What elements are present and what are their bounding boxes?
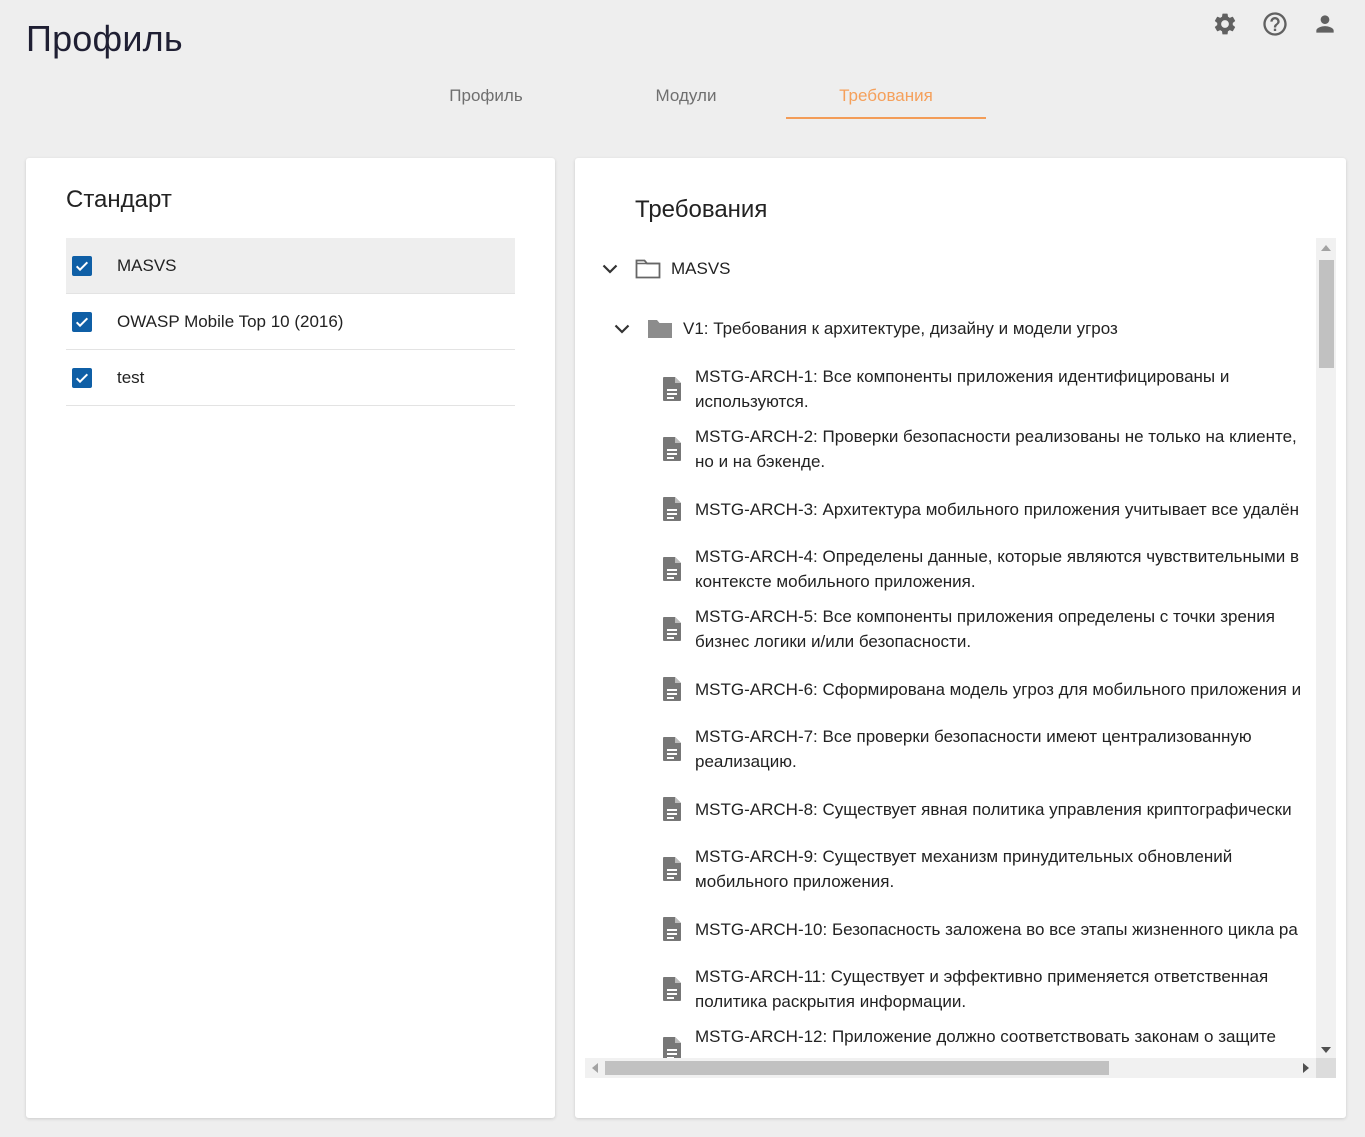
standards-title: Стандарт xyxy=(66,186,172,213)
document-icon xyxy=(661,496,683,522)
document-icon xyxy=(661,616,683,642)
requirement-item[interactable]: MSTG-ARCH-8: Существует явная политика у… xyxy=(661,796,1316,822)
requirements-title: Требования xyxy=(635,196,768,223)
tree-node-v1[interactable]: V1: Требования к архитектуре, дизайну и … xyxy=(611,313,1118,345)
requirement-item[interactable]: MSTG-ARCH-9: Существует механизм принуди… xyxy=(661,844,1316,894)
requirement-item[interactable]: MSTG-ARCH-10: Безопасность заложена во в… xyxy=(661,916,1316,942)
document-icon xyxy=(661,736,683,762)
header-actions xyxy=(1211,10,1339,38)
standard-label: OWASP Mobile Top 10 (2016) xyxy=(117,311,344,331)
requirement-label: MSTG-ARCH-5: Все компоненты приложения о… xyxy=(695,607,1275,651)
tree-node-label: V1: Требования к архитектуре, дизайну и … xyxy=(683,319,1118,338)
requirement-label: MSTG-ARCH-2: Проверки безопасности реали… xyxy=(695,427,1297,471)
tree-viewport: MASVS V1: Требования к архитектуре, диза… xyxy=(585,238,1316,1058)
standard-item-masvs[interactable]: MASVS xyxy=(66,238,515,294)
document-icon xyxy=(661,796,683,822)
scroll-left-arrow-icon[interactable] xyxy=(592,1063,598,1073)
requirement-item[interactable]: MSTG-ARCH-3: Архитектура мобильного прил… xyxy=(661,496,1316,522)
tab-bar: Профиль Модули Требования xyxy=(386,72,986,119)
standard-label: MASVS xyxy=(117,255,177,275)
chevron-down-icon[interactable] xyxy=(611,318,633,340)
checkbox-checked[interactable] xyxy=(72,255,92,276)
requirement-label: MSTG-ARCH-6: Сформирована модель угроз д… xyxy=(695,679,1302,699)
requirement-label: MSTG-ARCH-12: Приложение должно соответс… xyxy=(695,1027,1276,1046)
scroll-down-arrow-icon[interactable] xyxy=(1321,1047,1331,1053)
requirement-label: MSTG-ARCH-8: Существует явная политика у… xyxy=(695,799,1292,819)
standard-item-test[interactable]: test xyxy=(66,350,515,406)
gear-icon[interactable] xyxy=(1211,10,1239,38)
requirement-item[interactable]: MSTG-ARCH-11: Существует и эффективно пр… xyxy=(661,964,1316,1014)
vertical-scroll-thumb[interactable] xyxy=(1319,260,1334,368)
page-title: Профиль xyxy=(26,18,183,59)
scrollbar-corner xyxy=(1316,1058,1336,1078)
requirement-item[interactable]: MSTG-ARCH-5: Все компоненты приложения о… xyxy=(661,604,1316,654)
chevron-down-icon[interactable] xyxy=(599,258,621,280)
requirement-item[interactable]: MSTG-ARCH-2: Проверки безопасности реали… xyxy=(661,424,1316,474)
checkbox-checked[interactable] xyxy=(72,367,92,388)
document-icon xyxy=(661,676,683,702)
folder-icon xyxy=(647,318,673,340)
requirement-label: MSTG-ARCH-10: Безопасность заложена во в… xyxy=(695,919,1298,939)
document-icon xyxy=(661,856,683,882)
document-icon xyxy=(661,376,683,402)
standards-list: MASVS OWASP Mobile Top 10 (2016) test xyxy=(66,238,515,406)
scroll-up-arrow-icon[interactable] xyxy=(1321,245,1331,251)
checkbox-checked[interactable] xyxy=(72,311,92,332)
horizontal-scrollbar[interactable] xyxy=(585,1058,1316,1078)
requirement-item[interactable]: MSTG-ARCH-7: Все проверки безопасности и… xyxy=(661,724,1316,774)
requirement-item[interactable]: MSTG-ARCH-12: Приложение должно соответс… xyxy=(661,1024,1316,1058)
document-icon xyxy=(661,436,683,462)
tab-profile[interactable]: Профиль xyxy=(386,72,586,119)
account-icon[interactable] xyxy=(1311,10,1339,38)
help-icon[interactable] xyxy=(1261,10,1289,38)
requirement-label: MSTG-ARCH-3: Архитектура мобильного прил… xyxy=(695,499,1300,519)
standards-card: Стандарт MASVS OWASP Mobile Top 10 (2016… xyxy=(26,158,555,1118)
horizontal-scroll-thumb[interactable] xyxy=(605,1061,1109,1075)
requirement-label: MSTG-ARCH-11: Существует и эффективно пр… xyxy=(695,967,1269,1011)
requirement-label: MSTG-ARCH-1: Все компоненты приложения и… xyxy=(695,367,1230,411)
requirement-label: MSTG-ARCH-9: Существует механизм принуди… xyxy=(695,847,1233,891)
standard-label: test xyxy=(117,367,145,387)
tree-node-label: MASVS xyxy=(671,259,731,278)
standard-item-owasp[interactable]: OWASP Mobile Top 10 (2016) xyxy=(66,294,515,350)
requirement-label: MSTG-ARCH-4: Определены данные, которые … xyxy=(695,547,1300,591)
folder-outline-icon xyxy=(635,258,661,280)
requirement-item[interactable]: MSTG-ARCH-1: Все компоненты приложения и… xyxy=(661,364,1316,414)
tab-modules[interactable]: Модули xyxy=(586,72,786,119)
document-icon xyxy=(661,976,683,1002)
document-icon xyxy=(661,916,683,942)
document-icon xyxy=(661,1036,683,1058)
requirement-item[interactable]: MSTG-ARCH-4: Определены данные, которые … xyxy=(661,544,1316,594)
document-icon xyxy=(661,556,683,582)
requirements-card: Требования MASVS V1: Требования к архите… xyxy=(575,158,1346,1118)
requirement-item[interactable]: MSTG-ARCH-6: Сформирована модель угроз д… xyxy=(661,676,1316,702)
requirements-tree: MASVS V1: Требования к архитектуре, диза… xyxy=(585,238,1336,1078)
scroll-right-arrow-icon[interactable] xyxy=(1303,1063,1309,1073)
tree-node-masvs[interactable]: MASVS xyxy=(599,253,731,285)
requirement-label: MSTG-ARCH-7: Все проверки безопасности и… xyxy=(695,727,1252,771)
vertical-scrollbar[interactable] xyxy=(1316,238,1336,1058)
tab-requirements[interactable]: Требования xyxy=(786,72,986,119)
